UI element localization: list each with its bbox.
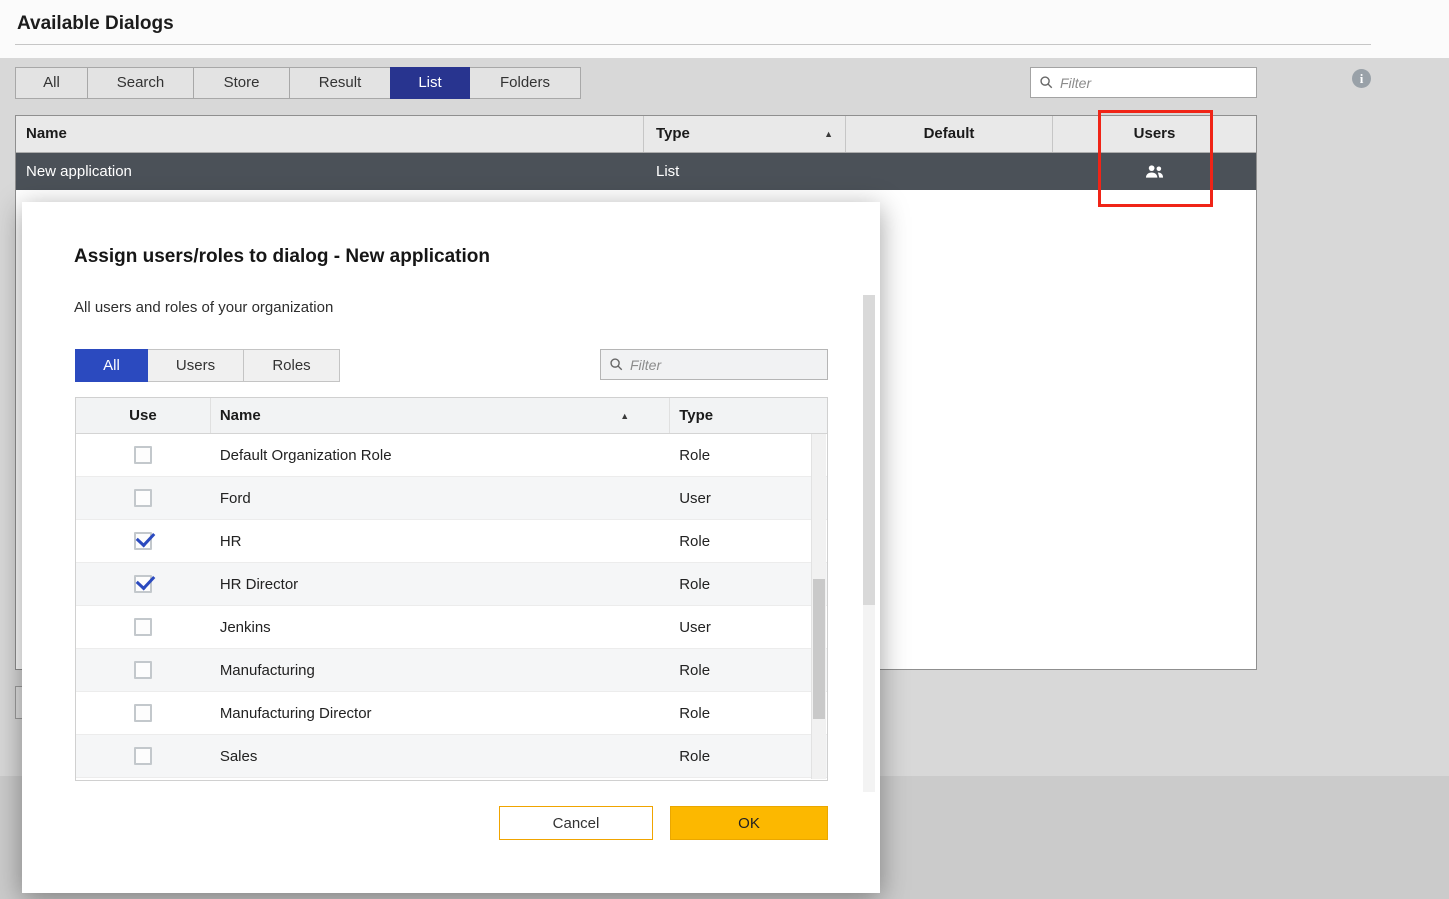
use-cell: [76, 618, 211, 636]
row-users-cell[interactable]: [1053, 153, 1256, 190]
main-filter-box: [1030, 67, 1257, 98]
modal-table-row[interactable]: Default Organization Role Role: [76, 434, 827, 477]
column-header-name-label: Name: [219, 407, 261, 424]
modal-tab-users[interactable]: Users: [147, 349, 244, 382]
use-checkbox[interactable]: [134, 747, 153, 765]
ok-button[interactable]: OK: [670, 806, 828, 840]
row-name: Default Organization Role: [219, 446, 392, 464]
row-type: List: [656, 163, 680, 180]
search-icon: [609, 357, 624, 372]
modal-subtitle: All users and roles of your organization: [74, 299, 334, 316]
column-header-default[interactable]: Default: [846, 116, 1053, 152]
row-type: Role: [679, 661, 711, 679]
row-name: HR Director: [219, 575, 299, 593]
main-tab-bar: All Search Store Result List Folders: [15, 67, 581, 99]
info-icon[interactable]: i: [1352, 69, 1371, 88]
modal-table-row[interactable]: Sales Role: [76, 735, 827, 778]
tab-store[interactable]: Store: [193, 67, 290, 99]
row-type: Role: [679, 747, 711, 765]
tab-all[interactable]: All: [15, 67, 88, 99]
tab-search[interactable]: Search: [87, 67, 194, 99]
main-filter-input[interactable]: [1060, 74, 1248, 91]
use-checkbox[interactable]: [134, 618, 153, 636]
modal-table-row[interactable]: Jenkins User: [76, 606, 827, 649]
tab-list[interactable]: List: [390, 67, 470, 99]
sort-asc-icon: ▲: [620, 411, 630, 421]
row-name: Ford: [219, 489, 251, 507]
use-cell: [76, 446, 211, 464]
modal-scrollbar-thumb[interactable]: [863, 295, 875, 605]
table-scrollbar-thumb[interactable]: [813, 579, 825, 719]
modal-table-rows: Default Organization Role Role Ford User…: [76, 434, 827, 778]
modal-filter-box: [600, 349, 828, 380]
column-header-type-label: Type: [656, 125, 690, 142]
modal-table-row[interactable]: Manufacturing Director Role: [76, 692, 827, 735]
use-cell: [76, 532, 211, 550]
row-name: Manufacturing Director: [219, 704, 372, 722]
use-checkbox[interactable]: [134, 532, 153, 550]
screen: Available Dialogs All Search Store Resul…: [0, 0, 1449, 899]
page-header-strip: [0, 0, 1449, 58]
users-roles-table: Use Name ▲ Type Default Organization Rol…: [75, 397, 828, 781]
column-header-type[interactable]: Type ▲: [644, 116, 846, 152]
modal-table-row[interactable]: HR Role: [76, 520, 827, 563]
column-header-use[interactable]: Use: [76, 398, 211, 433]
modal-table-row[interactable]: HR Director Role: [76, 563, 827, 606]
users-icon[interactable]: [1145, 164, 1164, 179]
use-checkbox[interactable]: [134, 704, 153, 722]
column-header-users[interactable]: Users: [1053, 116, 1256, 152]
modal-filter-input[interactable]: [630, 356, 819, 373]
use-checkbox[interactable]: [134, 446, 153, 464]
sort-asc-icon: ▲: [824, 129, 833, 139]
column-header-type[interactable]: Type: [670, 398, 827, 433]
cancel-button[interactable]: Cancel: [499, 806, 653, 840]
row-type: Role: [679, 446, 711, 464]
tab-result[interactable]: Result: [289, 67, 391, 99]
users-roles-table-header: Use Name ▲ Type: [76, 398, 827, 434]
row-name: New application: [26, 163, 132, 180]
assign-users-modal: Assign users/roles to dialog - New appli…: [22, 202, 880, 893]
row-type: Role: [679, 532, 711, 550]
row-type: Role: [679, 575, 711, 593]
use-cell: [76, 575, 211, 593]
use-cell: [76, 747, 211, 765]
modal-table-row[interactable]: Manufacturing Role: [76, 649, 827, 692]
row-type: User: [679, 618, 711, 636]
use-checkbox[interactable]: [134, 575, 153, 593]
row-name: Manufacturing: [219, 661, 315, 679]
row-default: [846, 153, 1053, 190]
row-name: Sales: [219, 747, 258, 765]
dialogs-table-header: Name Type ▲ Default Users: [16, 116, 1256, 153]
column-header-name[interactable]: Name: [16, 116, 644, 152]
use-checkbox[interactable]: [134, 489, 153, 507]
tab-folders[interactable]: Folders: [469, 67, 581, 99]
modal-tab-bar: All Users Roles: [75, 349, 340, 382]
row-name: HR: [219, 532, 242, 550]
modal-scrollbar[interactable]: [863, 295, 875, 792]
table-row-new-application[interactable]: New application List: [16, 153, 1256, 190]
use-cell: [76, 704, 211, 722]
use-checkbox[interactable]: [134, 661, 153, 679]
page-title: Available Dialogs: [17, 13, 174, 34]
use-cell: [76, 661, 211, 679]
modal-title: Assign users/roles to dialog - New appli…: [74, 246, 490, 267]
modal-tab-roles[interactable]: Roles: [243, 349, 340, 382]
use-cell: [76, 489, 211, 507]
modal-tab-all[interactable]: All: [75, 349, 148, 382]
row-type: Role: [679, 704, 711, 722]
modal-table-row[interactable]: Ford User: [76, 477, 827, 520]
title-divider: [15, 44, 1371, 45]
column-header-name[interactable]: Name ▲: [211, 398, 671, 433]
table-scrollbar[interactable]: [811, 434, 826, 779]
row-name: Jenkins: [219, 618, 271, 636]
search-icon: [1039, 75, 1054, 90]
row-type: User: [679, 489, 711, 507]
